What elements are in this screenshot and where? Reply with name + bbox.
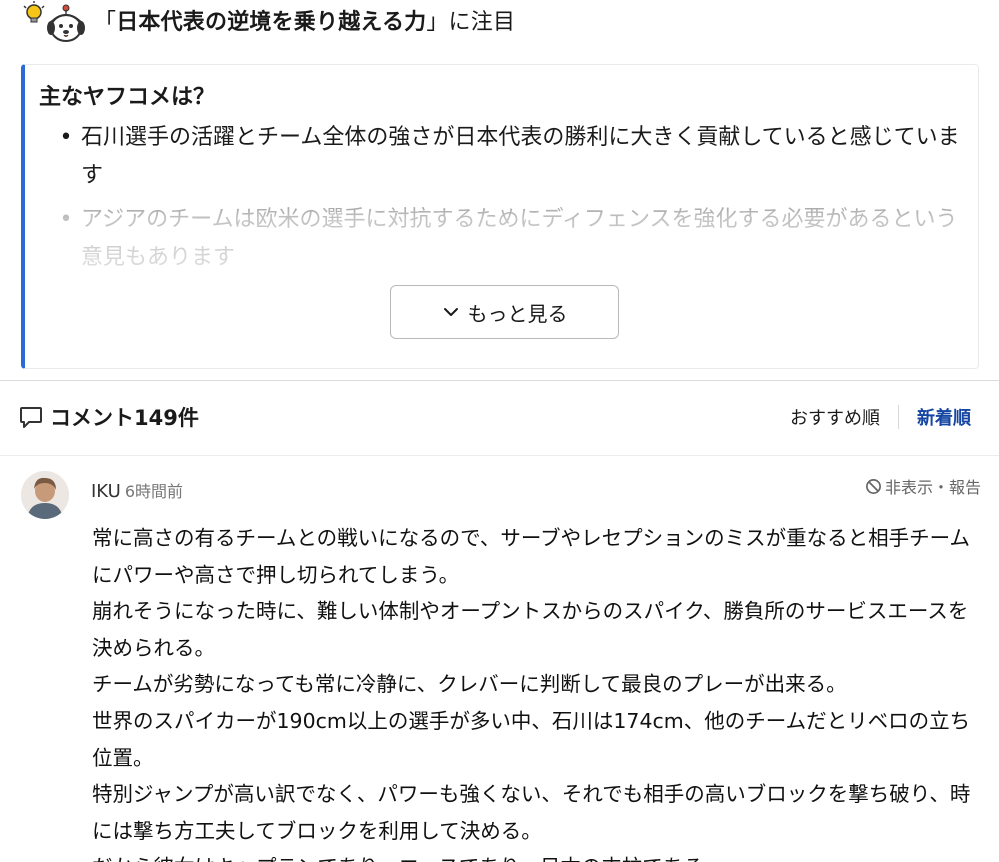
title-suffix: 」に注目	[426, 10, 516, 35]
title-prefix: 「	[94, 10, 117, 35]
mascot-dog-headphones-icon	[20, 0, 90, 46]
summary-bullet-list: • 石川選手の活躍とチーム全体の強さが日本代表の勝利に大きく貢献していると感じて…	[39, 119, 971, 283]
comment-paragraph: 崩れそうになった時に、難しい体制やオープントスからのスパイク、勝負所のサービスエ…	[92, 599, 969, 660]
page: 「日本代表の逆境を乗り越える力」に注目 主なヤフコメは？ • 石川選手の活躍とチ…	[0, 0, 999, 862]
summary-bullet-item: • アジアのチームは欧米の選手に対抗するためにディフェンスを強化する必要があると…	[39, 201, 971, 277]
page-header: 「日本代表の逆境を乗り越える力」に注目	[20, 0, 515, 46]
comment-body: 常に高さの有るチームとの戦いになるので、サーブやレセプションのミスが重なると相手…	[92, 520, 982, 862]
comment-time: 6時間前	[124, 482, 183, 501]
section-divider	[0, 380, 999, 381]
sort-recommended[interactable]: おすすめ順	[790, 404, 880, 430]
summary-heading: 主なヤフコメは？	[39, 85, 216, 110]
section-divider	[0, 455, 999, 456]
hide-report-label: 非表示・報告	[884, 478, 981, 497]
comments-header: コメント149件	[18, 395, 199, 439]
comment-bubble-icon	[20, 407, 42, 428]
comment-author-line: IKU 6時間前	[91, 478, 183, 502]
lightbulb-icon	[23, 1, 45, 23]
comments-count-title: コメント149件	[50, 406, 199, 430]
summary-bullet-text: アジアのチームは欧米の選手に対抗するためにディフェンスを強化する必要があるという…	[81, 207, 958, 270]
comment-paragraph: 世界のスパイカーが190cm以上の選手が多い中、石川は174cm、他のチームだと…	[92, 708, 971, 770]
comment-paragraph: だから彼女はキャプテンであり、エースであり、日本の支柱である。	[92, 849, 982, 862]
comment-author[interactable]: IKU	[91, 481, 121, 502]
sort-options: おすすめ順 新着順	[790, 395, 971, 439]
sort-separator	[898, 405, 899, 429]
summary-bullet-text: 石川選手の活躍とチーム全体の強さが日本代表の勝利に大きく貢献していると感じていま…	[81, 125, 960, 188]
hide-report-button[interactable]: 非表示・報告	[865, 474, 981, 498]
bullet-dot: •	[59, 207, 73, 232]
avatar[interactable]	[21, 471, 69, 519]
header-title: 「日本代表の逆境を乗り越える力」に注目	[94, 0, 515, 46]
comment-paragraph: チームが劣勢になっても常に冷静に、クレバーに判断して最良のプレーが出来る。	[92, 672, 847, 697]
show-more-label: もっと見る	[467, 301, 568, 326]
summary-bullet-item: • 石川選手の活躍とチーム全体の強さが日本代表の勝利に大きく貢献していると感じて…	[39, 119, 971, 195]
sort-newest[interactable]: 新着順	[917, 404, 971, 430]
title-emphasis: 日本代表の逆境を乗り越える力	[116, 10, 427, 35]
show-more-button[interactable]: もっと見る	[390, 285, 619, 339]
comment-paragraph: 常に高さの有るチームとの戦いになるので、サーブやレセプションのミスが重なると相手…	[92, 526, 971, 587]
ban-icon	[866, 478, 881, 494]
bullet-dot: •	[59, 125, 73, 150]
comment-summary-box: 主なヤフコメは？ • 石川選手の活躍とチーム全体の強さが日本代表の勝利に大きく貢…	[21, 64, 979, 369]
chevron-down-icon	[443, 308, 458, 316]
comment-paragraph: 特別ジャンプが高い訳でなく、パワーも強くない、それでも相手の高いブロックを撃ち破…	[92, 782, 971, 843]
